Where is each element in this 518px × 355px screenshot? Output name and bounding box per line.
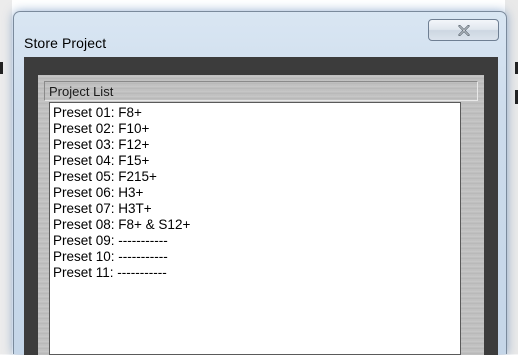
list-item[interactable]: Preset 05: F215+ — [53, 169, 460, 185]
list-item[interactable]: Preset 04: F15+ — [53, 153, 460, 169]
dialog-title: Store Project — [24, 35, 107, 51]
background-mark — [0, 62, 3, 74]
close-icon — [457, 24, 470, 36]
project-list-label: Project List — [49, 84, 114, 99]
project-list-header: Project List — [44, 81, 478, 101]
dialog-frame: Project List Preset 01: F8+ Preset 02: F1… — [24, 57, 498, 355]
project-items: Preset 01: F8+ Preset 02: F10+ Preset 03: … — [50, 103, 460, 281]
list-item[interactable]: Preset 07: H3T+ — [53, 201, 460, 217]
list-item[interactable]: Preset 09: ----------- — [53, 233, 460, 249]
list-item[interactable]: Preset 01: F8+ — [53, 105, 460, 121]
close-button[interactable] — [428, 19, 499, 41]
list-item[interactable]: Preset 02: F10+ — [53, 121, 460, 137]
list-item[interactable]: Preset 06: H3+ — [53, 185, 460, 201]
title-bar[interactable]: Store Project — [14, 12, 506, 52]
list-item[interactable]: Preset 03: F12+ — [53, 137, 460, 153]
list-item[interactable]: Preset 08: F8+ & S12+ — [53, 217, 460, 233]
project-list-panel: Project List Preset 01: F8+ Preset 02: F1… — [38, 75, 484, 355]
list-item[interactable]: Preset 11: ----------- — [53, 265, 460, 281]
store-project-dialog: Store Project Project List Preset 01: F8… — [13, 11, 507, 355]
project-listbox[interactable]: Preset 01: F8+ Preset 02: F10+ Preset 03: … — [49, 102, 461, 355]
background-left-edge — [0, 0, 12, 354]
list-item[interactable]: Preset 10: ----------- — [53, 249, 460, 265]
